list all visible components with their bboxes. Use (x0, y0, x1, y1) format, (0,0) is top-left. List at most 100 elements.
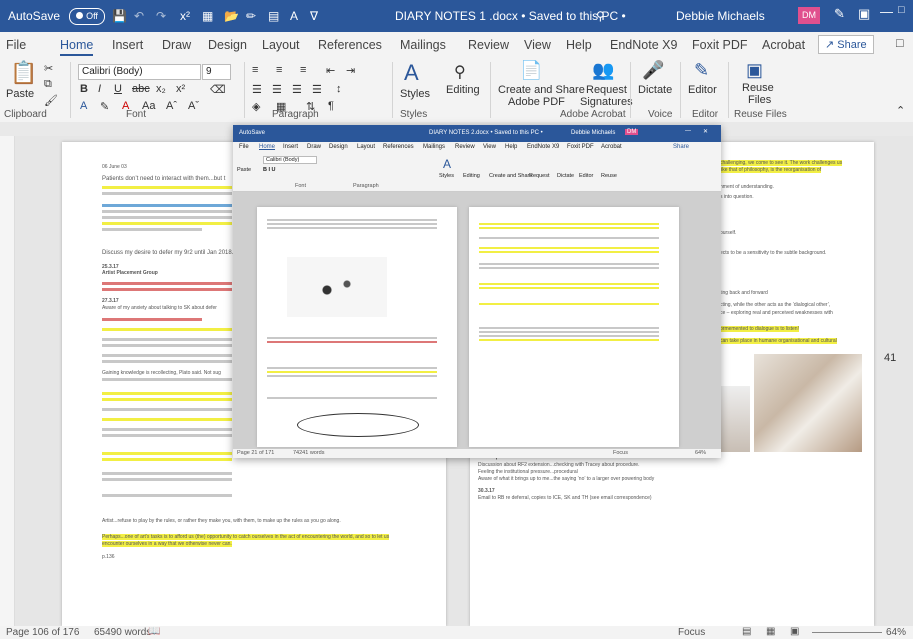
numbering-icon[interactable]: ≡ (276, 64, 282, 76)
styles-icon[interactable]: A (404, 60, 419, 86)
multilevel-icon[interactable]: ≡ (300, 64, 306, 76)
restore-icon[interactable]: □ (898, 4, 905, 16)
align-left-icon[interactable]: ☰ (252, 83, 262, 96)
proofing-icon[interactable]: 📖 (148, 626, 160, 637)
copy-icon[interactable]: ⧉ (44, 78, 52, 91)
zoom-slider[interactable] (812, 632, 882, 633)
subscript-button[interactable]: x₂ (156, 83, 166, 95)
font-name-combo[interactable]: Calibri (Body) (78, 64, 201, 80)
inner-tab-review[interactable]: Review (455, 144, 475, 150)
tab-mailings[interactable]: Mailings (400, 38, 446, 52)
zoom-level[interactable]: 64% (886, 627, 906, 638)
inner-dictate[interactable]: Dictate (557, 173, 574, 179)
inner-tab-file[interactable]: File (239, 144, 249, 150)
font-color-icon[interactable]: A (290, 9, 298, 23)
embedded-word-window[interactable]: AutoSave DIARY NOTES 2.docx • Saved to t… (233, 125, 721, 458)
text-effects-icon[interactable]: A (80, 100, 87, 112)
inner-editor[interactable]: Editor (579, 173, 593, 179)
tab-foxit[interactable]: Foxit PDF (692, 38, 748, 52)
tab-references[interactable]: References (318, 38, 382, 52)
collapse-ribbon-icon[interactable]: ⌃ (896, 104, 905, 117)
ribbon-display-icon[interactable]: ▣ (858, 6, 870, 22)
shading-icon[interactable]: ◈ (252, 100, 260, 113)
tab-file[interactable]: File (6, 38, 26, 52)
editing-button[interactable]: Editing (446, 84, 480, 96)
image-icon[interactable]: ▤ (268, 9, 279, 23)
inner-tab-insert[interactable]: Insert (283, 144, 298, 150)
read-mode-icon[interactable]: ▤ (742, 626, 751, 637)
tab-home[interactable]: Home (60, 38, 94, 56)
superscript-icon[interactable]: x² (180, 9, 190, 23)
increase-indent-icon[interactable]: ⇥ (346, 64, 355, 77)
tab-endnote[interactable]: EndNote X9 (610, 38, 677, 52)
format-painter-icon[interactable]: 🖌 (44, 94, 58, 107)
inner-tab-acrobat[interactable]: Acrobat (601, 144, 622, 150)
styles-button[interactable]: Styles (400, 88, 430, 100)
clear-format-icon[interactable]: ⌫ (210, 83, 226, 96)
inner-request[interactable]: Request (529, 173, 550, 179)
editing-icon[interactable]: ⚲ (454, 62, 466, 82)
vertical-ruler[interactable] (0, 136, 15, 626)
redo-icon[interactable]: ↷ (156, 9, 166, 23)
strikethrough-button[interactable]: abc (132, 83, 150, 95)
inner-tab-endnote[interactable]: EndNote X9 (527, 144, 559, 150)
italic-button[interactable]: I (98, 83, 101, 95)
open-icon[interactable]: 📂 (224, 9, 239, 23)
request-label[interactable]: Request (586, 84, 627, 96)
dictate-button[interactable]: Dictate (638, 84, 672, 96)
create-share-label[interactable]: Create and Share (498, 84, 585, 96)
inner-zoom-level[interactable]: 64% (695, 450, 706, 456)
inner-tab-references[interactable]: References (383, 144, 414, 150)
search-icon[interactable]: ⚲ (596, 9, 605, 23)
line-spacing-icon[interactable]: ↕ (336, 83, 342, 95)
inner-font-combo[interactable]: Calibri (Body) (263, 156, 317, 164)
inner-paste-button[interactable]: Paste (237, 167, 251, 173)
cut-icon[interactable]: ✂ (44, 62, 53, 75)
print-layout-icon[interactable]: ▦ (766, 626, 775, 637)
draw-icon[interactable]: ✏ (246, 9, 256, 23)
font-size-combo[interactable]: 9 (202, 64, 231, 80)
tab-help[interactable]: Help (566, 38, 592, 52)
reuse-label[interactable]: Reuse (742, 82, 774, 94)
create-pdf-icon[interactable]: 📄 (520, 60, 542, 81)
inner-share-button[interactable]: Share (673, 144, 689, 150)
inner-styles-icon[interactable]: A (443, 157, 451, 171)
decrease-indent-icon[interactable]: ⇤ (326, 64, 335, 77)
save-icon[interactable]: 💾 (112, 9, 127, 23)
inner-tab-draw[interactable]: Draw (307, 144, 321, 150)
minimize-icon[interactable]: — (880, 4, 893, 19)
align-right-icon[interactable]: ☰ (292, 83, 302, 96)
tab-acrobat[interactable]: Acrobat (762, 38, 805, 52)
bullets-icon[interactable]: ≡ (252, 64, 258, 76)
undo-icon[interactable]: ↶ (134, 9, 144, 23)
request-signatures-icon[interactable]: 👥 (592, 60, 614, 81)
inner-styles-button[interactable]: Styles (439, 173, 454, 179)
tab-design[interactable]: Design (208, 38, 247, 52)
tab-review[interactable]: Review (468, 38, 509, 52)
user-name[interactable]: Debbie Michaels (676, 9, 765, 23)
inner-close-icon[interactable]: ✕ (703, 128, 708, 135)
inner-status-words[interactable]: 74241 words (293, 450, 325, 456)
autosave-toggle[interactable]: Off (69, 8, 105, 25)
paste-button[interactable]: Paste (6, 88, 34, 100)
tab-view[interactable]: View (524, 38, 551, 52)
inner-reuse[interactable]: Reuse (601, 173, 617, 179)
status-word-count[interactable]: 65490 words (94, 627, 151, 638)
inner-tab-foxit[interactable]: Foxit PDF (567, 144, 594, 150)
quick-access-icon[interactable]: ▦ (202, 9, 213, 23)
show-marks-icon[interactable]: ¶ (328, 100, 334, 112)
inner-tab-mailings[interactable]: Mailings (423, 144, 445, 150)
share-button[interactable]: ↗ Share (818, 35, 874, 54)
underline-button[interactable]: U (114, 83, 122, 95)
inner-focus-button[interactable]: Focus (613, 450, 628, 456)
tab-insert[interactable]: Insert (112, 38, 143, 52)
inner-tab-help[interactable]: Help (505, 144, 517, 150)
inner-minimize-icon[interactable]: — (685, 128, 691, 134)
tab-layout[interactable]: Layout (262, 38, 300, 52)
pen-icon[interactable]: ✎ (834, 6, 845, 22)
tab-draw[interactable]: Draw (162, 38, 191, 52)
signatures-label[interactable]: Signatures (580, 96, 633, 108)
avatar[interactable]: DM (798, 7, 820, 24)
inner-tab-view[interactable]: View (483, 144, 496, 150)
justify-icon[interactable]: ☰ (312, 83, 322, 96)
